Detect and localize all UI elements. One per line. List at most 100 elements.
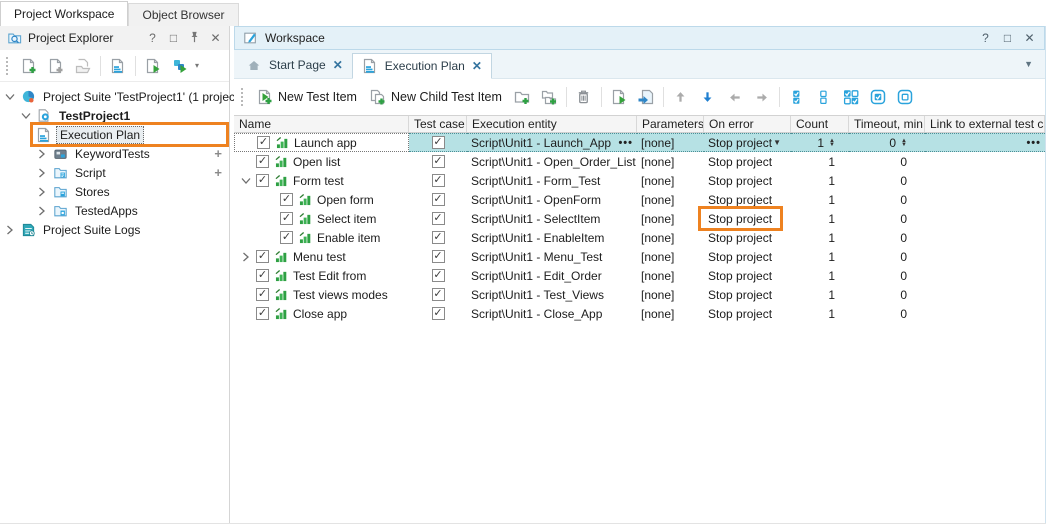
cell-execution-entity[interactable]: Script\Unit1 - EnableItem: [467, 228, 637, 247]
cell-execution-entity[interactable]: Script\Unit1 - Open_Order_List: [467, 152, 637, 171]
cell-parameters[interactable]: [none]: [637, 152, 704, 171]
cell-timeout[interactable]: 0: [849, 209, 925, 228]
toggle-checks-button[interactable]: [839, 85, 863, 109]
toolbar-grip[interactable]: [241, 88, 246, 106]
cell-link-external[interactable]: •••: [925, 133, 1045, 152]
pin-icon[interactable]: [187, 31, 202, 46]
cell-on-error[interactable]: Stop project: [704, 228, 791, 247]
chevron-right-icon[interactable]: [36, 167, 48, 179]
chevron-right-icon[interactable]: [4, 224, 16, 236]
cell-on-error[interactable]: Stop project: [704, 247, 791, 266]
entity-browse-button[interactable]: •••: [618, 137, 633, 149]
tree-item-keywordtests[interactable]: KeywordTests+: [0, 144, 229, 163]
cell-name[interactable]: ✓Menu test: [234, 247, 409, 266]
chevron-right-icon[interactable]: [36, 148, 48, 160]
cell-parameters[interactable]: [none]: [637, 228, 704, 247]
cell-link-external[interactable]: [925, 266, 1045, 285]
column-header-timeout-min[interactable]: Timeout, min: [849, 116, 925, 132]
chevron-right-icon[interactable]: [36, 186, 48, 198]
uncheck-all-button[interactable]: [812, 85, 836, 109]
tree-item-testedapps[interactable]: TestedApps: [0, 201, 229, 220]
execution-plan-button[interactable]: [106, 54, 130, 78]
cell-timeout[interactable]: 0: [849, 247, 925, 266]
tree-item-project-suite-logs[interactable]: Project Suite Logs: [0, 220, 229, 239]
close-icon[interactable]: ✕: [472, 59, 482, 73]
test-case-checkbox[interactable]: ✓: [432, 307, 445, 320]
new-test-item-button[interactable]: New Test Item: [252, 88, 362, 107]
cell-link-external[interactable]: [925, 285, 1045, 304]
test-case-checkbox[interactable]: ✓: [432, 155, 445, 168]
test-item-row-test-views-modes[interactable]: ✓Test views modes✓Script\Unit1 - Test_Vi…: [234, 285, 1045, 304]
cell-count[interactable]: 1: [791, 266, 849, 285]
open-item-button[interactable]: [71, 54, 95, 78]
enabled-checkbox[interactable]: ✓: [256, 307, 269, 320]
cell-execution-entity[interactable]: Script\Unit1 - OpenForm: [467, 190, 637, 209]
cell-parameters[interactable]: [none]: [637, 133, 704, 152]
cell-parameters[interactable]: [none]: [637, 190, 704, 209]
on-error-dropdown-icon[interactable]: ▼: [773, 138, 781, 147]
cell-execution-entity[interactable]: Script\Unit1 - Edit_Order: [467, 266, 637, 285]
cell-test-case[interactable]: ✓: [409, 133, 467, 152]
cell-on-error[interactable]: Stop project: [704, 152, 791, 171]
cell-execution-entity[interactable]: Script\Unit1 - Launch_App•••: [467, 133, 637, 152]
cell-test-case[interactable]: ✓: [409, 266, 467, 285]
new-group-button[interactable]: [510, 85, 534, 109]
maximize-button[interactable]: □: [166, 31, 181, 45]
chevron-down-icon[interactable]: [239, 175, 252, 187]
help-button[interactable]: ?: [145, 31, 160, 45]
enabled-checkbox[interactable]: ✓: [280, 231, 293, 244]
cell-on-error[interactable]: Stop project: [704, 171, 791, 190]
add-project-button[interactable]: [17, 54, 41, 78]
close-icon[interactable]: ✕: [333, 58, 343, 72]
cell-count[interactable]: 1: [791, 209, 849, 228]
test-item-row-launch-app[interactable]: ✓Launch app✓Script\Unit1 - Launch_App•••…: [234, 133, 1045, 152]
timeout-spinner[interactable]: ▲▼: [901, 139, 907, 147]
cell-count[interactable]: 1: [791, 285, 849, 304]
enabled-checkbox[interactable]: ✓: [256, 155, 269, 168]
close-button[interactable]: ✕: [208, 31, 223, 45]
test-case-checkbox[interactable]: ✓: [432, 193, 445, 206]
cell-test-case[interactable]: ✓: [409, 228, 467, 247]
enabled-checkbox[interactable]: ✓: [256, 174, 269, 187]
tree-item-testproject1[interactable]: TestProject1: [0, 106, 229, 125]
test-case-checkbox[interactable]: ✓: [432, 269, 445, 282]
tree-item-execution-plan[interactable]: Execution Plan: [0, 125, 229, 144]
help-button[interactable]: ?: [978, 31, 993, 45]
column-header-link-to-external-test-case[interactable]: Link to external test case: [925, 116, 1045, 132]
run-suite-button[interactable]: [168, 54, 192, 78]
test-case-checkbox[interactable]: ✓: [432, 174, 445, 187]
cell-link-external[interactable]: [925, 209, 1045, 228]
cell-timeout[interactable]: 0: [849, 190, 925, 209]
test-item-row-open-list[interactable]: ✓Open list✓Script\Unit1 - Open_Order_Lis…: [234, 152, 1045, 171]
test-case-checkbox[interactable]: ✓: [432, 212, 445, 225]
tab-project-workspace[interactable]: Project Workspace: [0, 1, 128, 26]
test-item-row-menu-test[interactable]: ✓Menu test✓Script\Unit1 - Menu_Test[none…: [234, 247, 1045, 266]
cell-execution-entity[interactable]: Script\Unit1 - Close_App: [467, 304, 637, 323]
cell-on-error[interactable]: Stop project: [704, 266, 791, 285]
cell-execution-entity[interactable]: Script\Unit1 - Form_Test: [467, 171, 637, 190]
cell-timeout[interactable]: 0: [849, 152, 925, 171]
enabled-checkbox[interactable]: ✓: [257, 136, 270, 149]
cell-timeout[interactable]: 0: [849, 266, 925, 285]
cell-link-external[interactable]: [925, 152, 1045, 171]
cell-count[interactable]: 1: [791, 304, 849, 323]
cell-timeout[interactable]: 0▲▼: [849, 133, 925, 152]
test-case-checkbox[interactable]: ✓: [432, 231, 445, 244]
column-header-count[interactable]: Count: [791, 116, 849, 132]
cell-timeout[interactable]: 0: [849, 171, 925, 190]
convert-button[interactable]: [634, 85, 658, 109]
cell-link-external[interactable]: [925, 190, 1045, 209]
run-dropdown-caret-icon[interactable]: ▾: [195, 61, 199, 70]
cell-parameters[interactable]: [none]: [637, 266, 704, 285]
test-item-row-enable-item[interactable]: ✓Enable item✓Script\Unit1 - EnableItem[n…: [234, 228, 1045, 247]
cell-link-external[interactable]: [925, 228, 1045, 247]
test-case-checkbox[interactable]: ✓: [432, 136, 445, 149]
column-header-on-error[interactable]: On error: [704, 116, 791, 132]
column-header-name[interactable]: Name: [234, 116, 409, 132]
cell-timeout[interactable]: 0: [849, 285, 925, 304]
toolbar-grip[interactable]: [6, 57, 11, 75]
enabled-checkbox[interactable]: ✓: [256, 269, 269, 282]
move-left-button[interactable]: [723, 85, 747, 109]
cell-count[interactable]: 1: [791, 190, 849, 209]
test-case-checkbox[interactable]: ✓: [432, 250, 445, 263]
